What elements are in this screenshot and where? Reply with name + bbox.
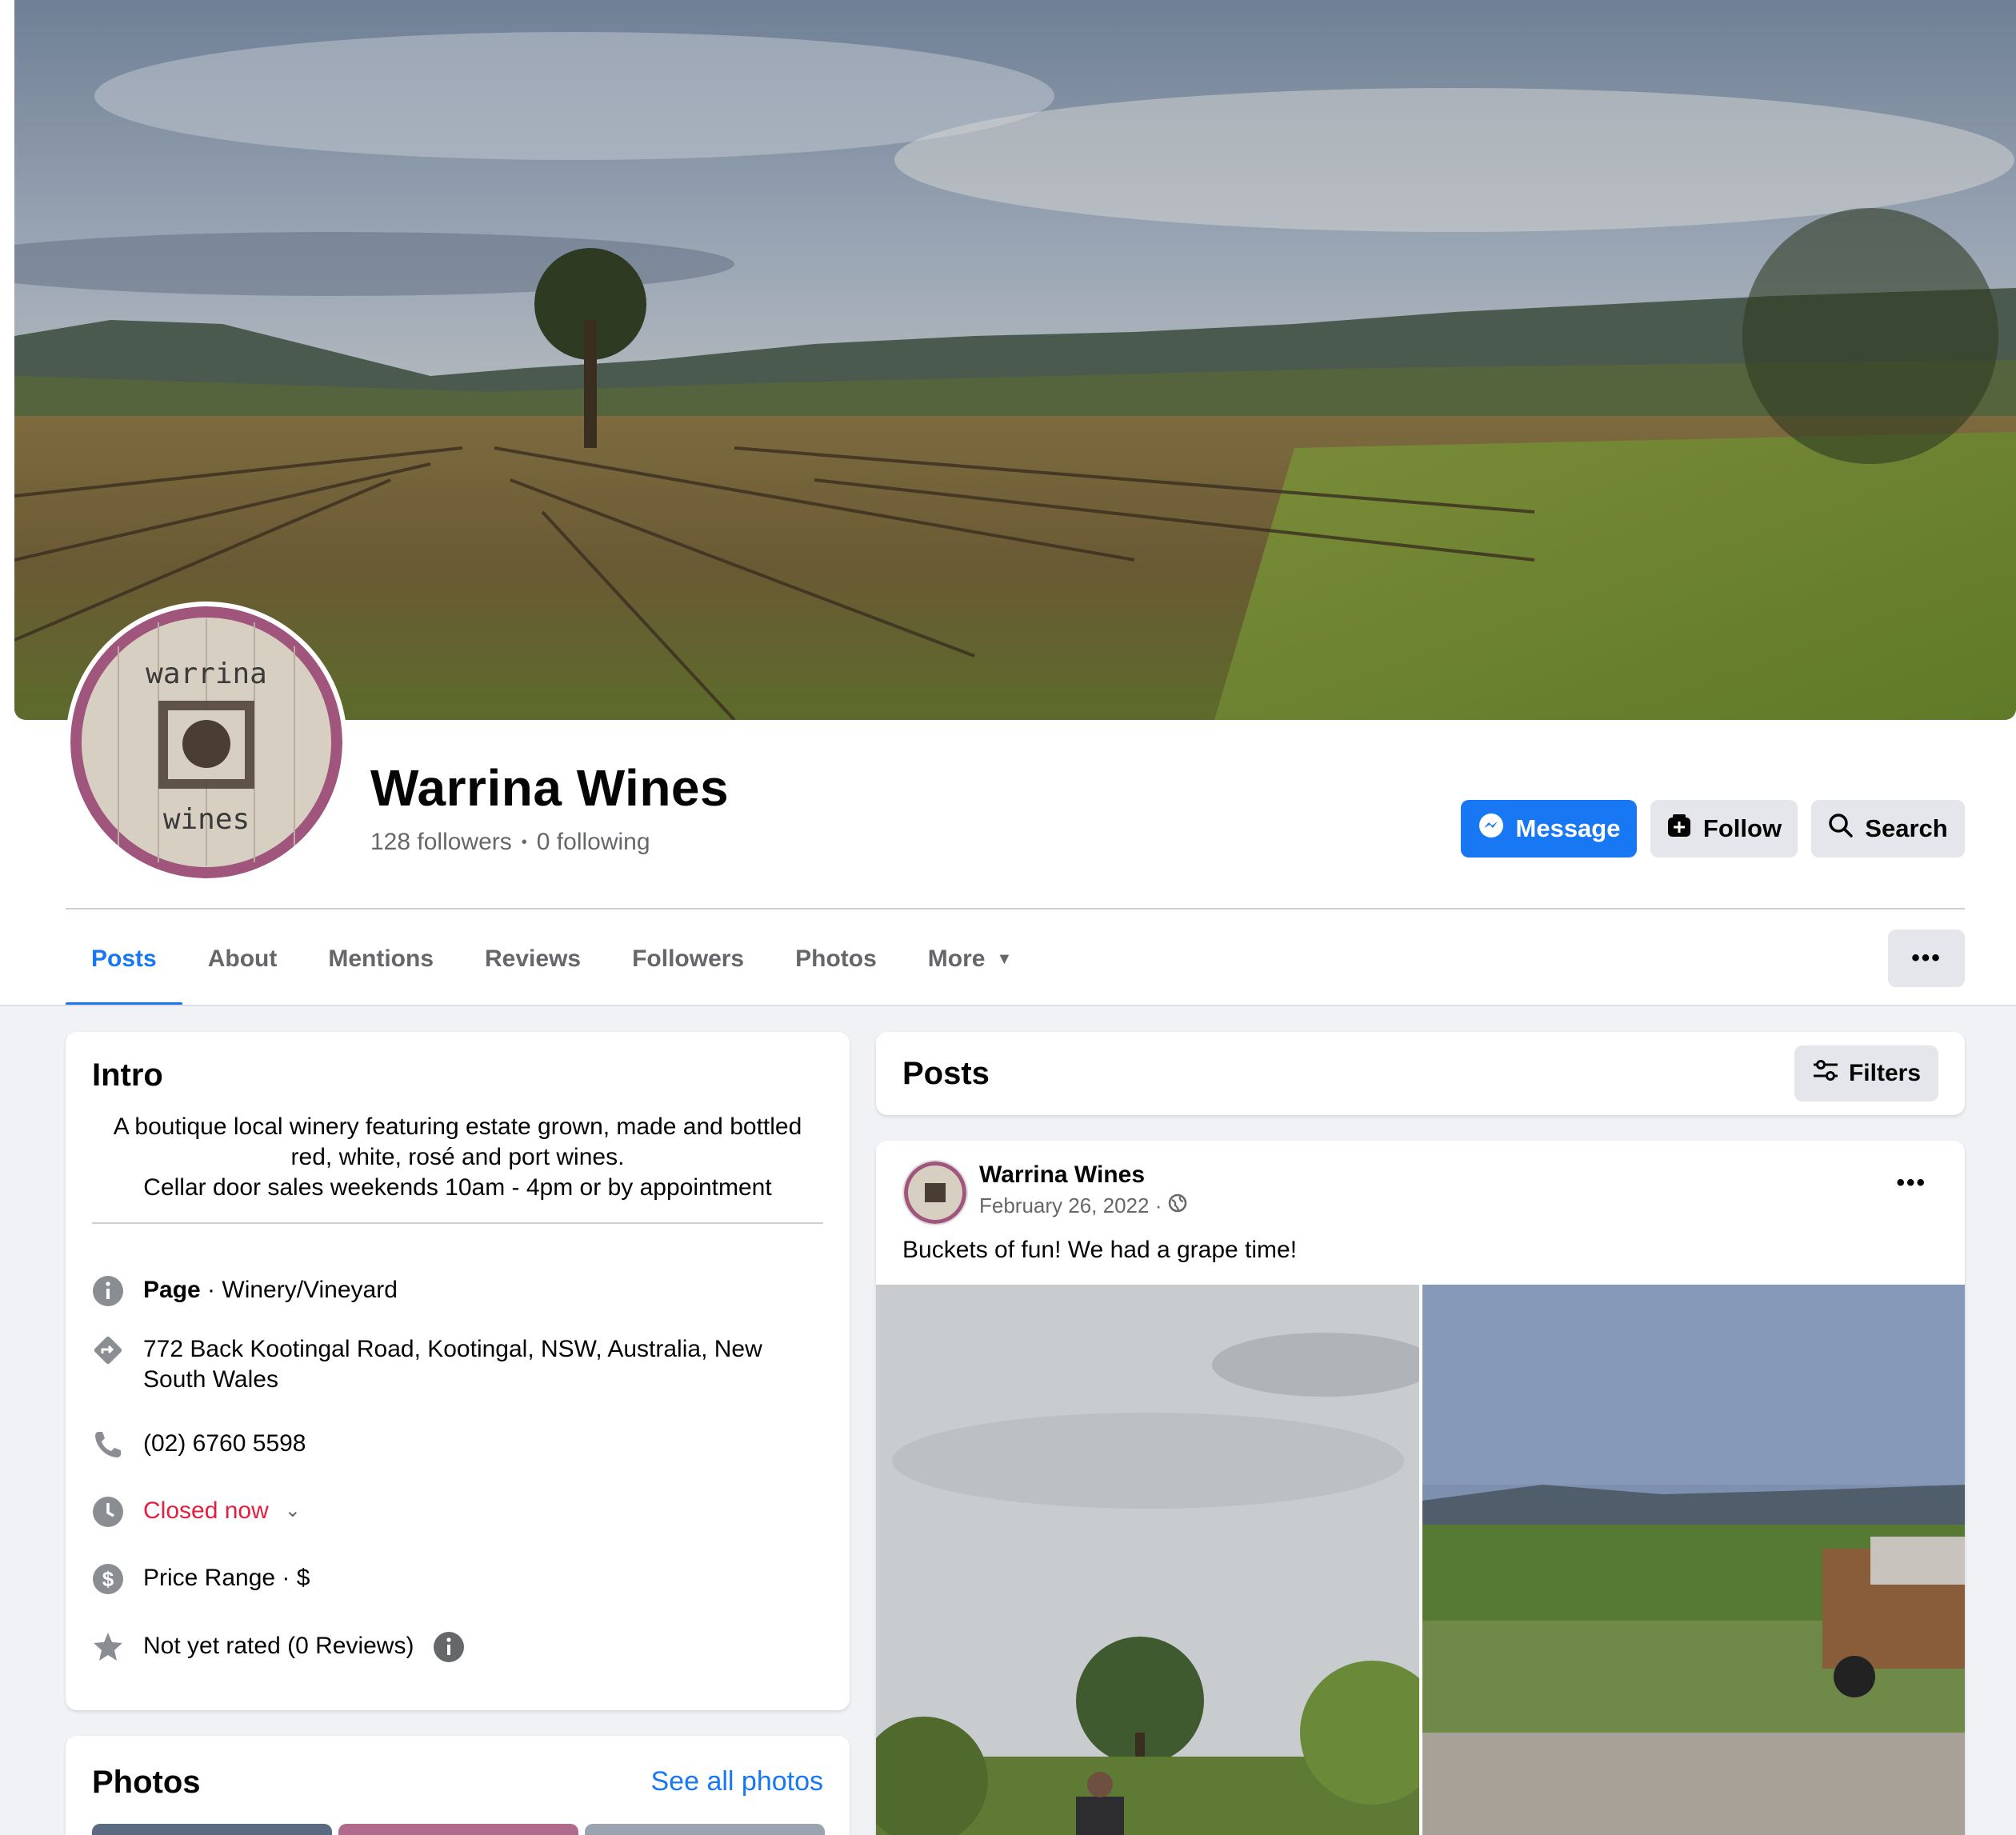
phone-icon <box>92 1429 124 1461</box>
bio-line-2: red, white, rosé and port wines. <box>290 1144 625 1170</box>
filters-label: Filters <box>1848 1060 1922 1086</box>
address-line-2: South Wales <box>143 1366 278 1393</box>
follow-label: Follow <box>1702 814 1782 842</box>
tab-more[interactable]: More ▼ <box>902 912 1038 1006</box>
header-border <box>0 1005 2016 1006</box>
filters-icon <box>1812 1058 1839 1089</box>
tab-photos[interactable]: Photos <box>770 912 902 1006</box>
dollar-icon: $ <box>92 1563 124 1595</box>
messenger-icon <box>1478 812 1505 846</box>
posts-title: Posts <box>902 1056 990 1091</box>
logo-text-top: warrina <box>146 658 267 690</box>
intro-title: Intro <box>92 1057 163 1093</box>
post-more-icon[interactable]: ••• <box>1896 1169 1926 1197</box>
post-date[interactable]: February 26, 2022 · <box>979 1193 1162 1218</box>
hours-status: Closed now <box>143 1497 269 1524</box>
cover-photo[interactable] <box>14 0 2016 720</box>
posts-header-card: Posts Filters <box>876 1032 1965 1115</box>
price-range: Price Range · $ <box>143 1565 310 1591</box>
post-photo[interactable] <box>1422 1285 1965 1835</box>
intro-card: Intro A boutique local winery featuring … <box>66 1032 850 1710</box>
follow-icon <box>1666 813 1692 845</box>
photos-title: Photos <box>92 1765 201 1800</box>
photo-thumbnail[interactable] <box>338 1824 578 1835</box>
post-timestamp: February 26, 2022 · <box>979 1193 1187 1218</box>
price-row: $ Price Range · $ <box>92 1563 310 1595</box>
rating-info-icon[interactable] <box>433 1631 465 1671</box>
search-icon <box>1828 813 1854 845</box>
message-label: Message <box>1515 814 1621 842</box>
rating-row: Not yet rated (0 Reviews) <box>92 1631 465 1671</box>
bio-line-3: Cellar door sales weekends 10am - 4pm or… <box>143 1174 772 1201</box>
page-title: Warrina Wines <box>370 759 730 817</box>
filters-button[interactable]: Filters <box>1794 1045 1938 1101</box>
bio-line-1: A boutique local winery featuring estate… <box>113 1113 802 1140</box>
clock-icon <box>92 1496 124 1528</box>
follow-button[interactable]: Follow <box>1650 800 1798 858</box>
more-options-button[interactable]: ••• <box>1888 929 1965 987</box>
follow-stats: 128 followers • 0 following <box>370 829 650 856</box>
tab-posts[interactable]: Posts <box>66 912 182 1006</box>
photos-card: Photos See all photos <box>66 1736 850 1835</box>
followers-count[interactable]: 128 followers <box>370 829 512 856</box>
post-card: Warrina Wines February 26, 2022 · ••• Bu… <box>876 1141 1965 1835</box>
post-author-avatar[interactable] <box>902 1160 968 1225</box>
chevron-down-icon: ⌄ <box>284 1500 301 1521</box>
intro-divider <box>92 1222 823 1224</box>
address-line-1: 772 Back Kootingal Road, Kootingal, NSW,… <box>143 1336 762 1362</box>
tab-followers[interactable]: Followers <box>606 912 770 1006</box>
tab-mentions[interactable]: Mentions <box>302 912 459 1006</box>
rating-text: Not yet rated (0 Reviews) <box>143 1633 414 1659</box>
directions-icon <box>92 1334 124 1366</box>
tab-reviews[interactable]: Reviews <box>459 912 606 1006</box>
tab-about[interactable]: About <box>182 912 303 1006</box>
address-row: 772 Back Kootingal Road, Kootingal, NSW,… <box>92 1334 762 1395</box>
hours-row[interactable]: Closed now ⌄ <box>92 1496 301 1528</box>
header-divider <box>66 908 1965 910</box>
logo-text-bottom: wines <box>163 803 250 836</box>
phone-number[interactable]: (02) 6760 5598 <box>143 1429 306 1459</box>
more-dots-icon: ••• <box>1911 945 1942 971</box>
post-author-name[interactable]: Warrina Wines <box>979 1161 1145 1189</box>
following-count[interactable]: 0 following <box>537 829 650 856</box>
stats-separator: • <box>521 833 527 851</box>
photo-thumbnail[interactable] <box>585 1824 825 1835</box>
globe-icon <box>1168 1193 1187 1218</box>
profile-avatar[interactable]: warrina wines <box>66 602 347 883</box>
address-text[interactable]: 772 Back Kootingal Road, Kootingal, NSW,… <box>143 1334 762 1395</box>
category-row: Page · Winery/Vineyard <box>92 1275 398 1307</box>
search-label: Search <box>1865 814 1948 842</box>
search-button[interactable]: Search <box>1811 800 1965 858</box>
see-all-photos-link[interactable]: See all photos <box>651 1766 824 1797</box>
photo-thumbnail[interactable] <box>92 1824 332 1835</box>
intro-bio: A boutique local winery featuring estate… <box>92 1112 823 1203</box>
caret-down-icon: ▼ <box>996 949 1013 968</box>
category-label: Page <box>143 1277 201 1303</box>
post-photos <box>876 1285 1965 1835</box>
category-value: · Winery/Vineyard <box>200 1277 398 1303</box>
star-icon <box>92 1631 124 1663</box>
post-photo[interactable] <box>876 1285 1419 1835</box>
profile-tabs: Posts About Mentions Reviews Followers P… <box>66 912 1038 1006</box>
photo-thumbnails <box>92 1824 825 1835</box>
info-icon <box>92 1275 124 1307</box>
message-button[interactable]: Message <box>1461 800 1637 858</box>
phone-row: (02) 6760 5598 <box>92 1429 306 1461</box>
post-text: Buckets of fun! We had a grape time! <box>902 1237 1298 1263</box>
svg-text:$: $ <box>102 1567 114 1591</box>
